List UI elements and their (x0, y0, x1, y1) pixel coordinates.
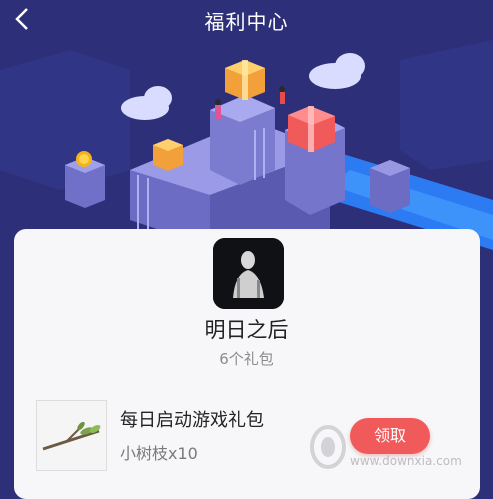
gift-title: 每日启动游戏礼包 (120, 410, 264, 431)
game-icon (213, 238, 284, 309)
gift-thumbnail (36, 400, 107, 471)
twig-icon (42, 421, 101, 451)
gift-pack-count: 6个礼包 (219, 350, 274, 368)
claim-button[interactable]: 领取 (350, 418, 430, 454)
watermark-logo-icon (310, 425, 346, 469)
gift-box-icon (153, 139, 183, 171)
game-name: 明日之后 (204, 318, 289, 342)
page-title: 福利中心 (204, 10, 289, 34)
watermark-url: www.downxia.com (350, 454, 462, 468)
gift-description: 小树枝x10 (120, 444, 198, 463)
gift-box-icon (225, 60, 265, 100)
top-bar: 福利中心 (0, 0, 493, 40)
